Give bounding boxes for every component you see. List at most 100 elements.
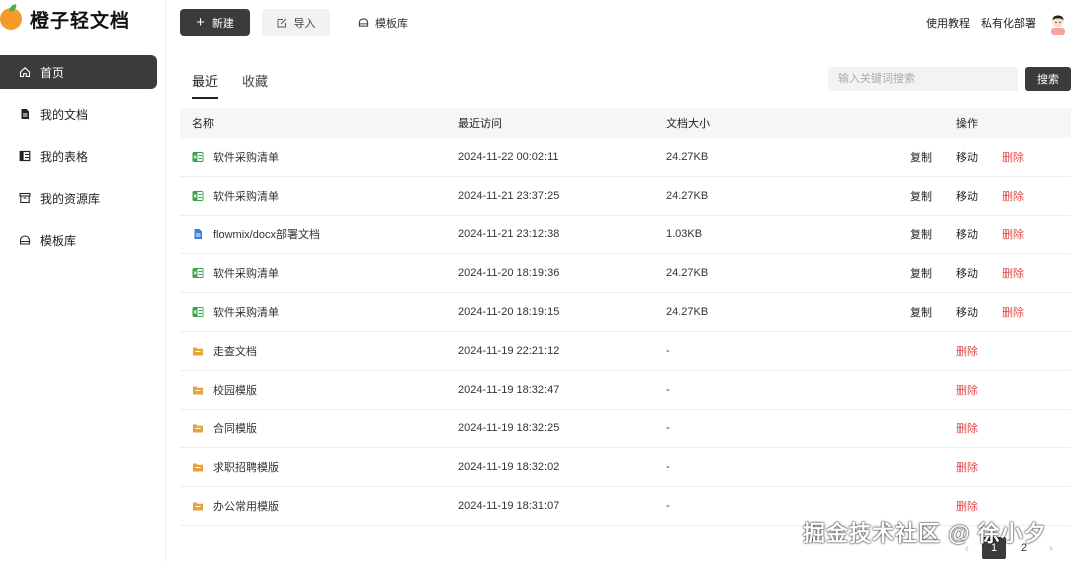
new-button-label: 新建 [211,17,234,30]
delete-button[interactable]: 删除 [956,459,978,475]
file-name-cell[interactable]: 软件采购清单 [192,304,279,320]
file-name: 软件采购清单 [213,151,279,164]
file-name-cell[interactable]: 合同模版 [192,420,257,436]
header-actions: 操作 [956,118,978,130]
file-name-cell[interactable]: 走查文档 [192,343,257,359]
delete-button[interactable]: 删除 [1002,265,1024,281]
table-row[interactable]: 走查文档 2024-11-19 22:21:12 - 删除 [180,332,1071,371]
file-name: 合同模版 [213,423,257,436]
file-name: 走查文档 [213,345,257,358]
private-deploy-link[interactable]: 私有化部署 [981,15,1036,31]
template-library-label: 模板库 [375,17,408,30]
folder-icon [192,345,204,357]
size-cell: 24.27KB [666,189,709,202]
move-button[interactable]: 移动 [956,188,978,204]
sheet-file-icon [192,267,204,279]
table-row[interactable]: flowmix/docx部署文档 2024-11-21 23:12:38 1.03K… [180,216,1071,255]
app-title: 橙子轻文档 [30,10,131,32]
move-button[interactable]: 移动 [956,304,978,320]
tab-recent[interactable]: 最近 [192,71,219,99]
delete-button[interactable]: 删除 [956,382,978,398]
delete-button[interactable]: 删除 [956,343,978,359]
app-logo[interactable]: 橙子轻文档 [0,6,130,32]
prev-page-icon[interactable]: ‹ [955,537,979,559]
tutorial-link[interactable]: 使用教程 [926,15,970,31]
sheet-file-icon [192,190,204,202]
sidebar-item-my-resources[interactable]: 我的资源库 [0,181,157,215]
orange-logo-icon [0,8,22,30]
table-row[interactable]: 求职招聘模版 2024-11-19 18:32:02 - 删除 [180,448,1071,488]
copy-button[interactable]: 复制 [910,226,932,242]
import-button-label: 导入 [293,17,316,30]
table-row[interactable]: 软件采购清单 2024-11-20 18:19:36 24.27KB 复制 移动 删除 [180,254,1071,294]
page-1-button[interactable]: 1 [982,537,1006,559]
file-name-cell[interactable]: 软件采购清单 [192,149,279,165]
sidebar-item-label: 我的资源库 [40,191,101,206]
size-cell: 24.27KB [666,306,709,319]
template-icon [358,18,369,27]
table-row[interactable]: 软件采购清单 2024-11-21 23:37:25 24.27KB 复制 移动 删除 [180,177,1071,216]
new-button[interactable]: + 新建 [180,9,250,36]
header-size: 文档大小 [666,118,710,130]
last-visit-cell: 2024-11-22 00:02:11 [458,150,559,163]
sheet-icon [18,149,32,163]
header-last-visit: 最近访问 [458,118,502,130]
file-name-cell[interactable]: 软件采购清单 [192,265,279,281]
copy-button[interactable]: 复制 [910,188,932,204]
delete-button[interactable]: 删除 [1002,304,1024,320]
folder-icon [192,422,204,434]
copy-button[interactable]: 复制 [910,265,932,281]
size-cell: 24.27KB [666,267,709,280]
sidebar-item-templates[interactable]: 模板库 [0,223,157,257]
template-library-button[interactable]: 模板库 [358,9,408,36]
import-button[interactable]: 导入 [262,9,330,36]
move-button[interactable]: 移动 [956,226,978,242]
file-name-cell[interactable]: 软件采购清单 [192,188,279,204]
tab-favorites[interactable]: 收藏 [242,71,268,99]
table-row[interactable]: 软件采购清单 2024-11-22 00:02:11 24.27KB 复制 移动 删除 [180,138,1071,177]
file-name-cell[interactable]: 办公常用模版 [192,498,279,514]
search-input[interactable] [828,67,1018,91]
last-visit-cell: 2024-11-20 18:19:15 [458,306,560,319]
delete-button[interactable]: 删除 [956,498,978,514]
sidebar-nav: 首页 我的文档 我的表格 我的资源库 模板库 [0,55,157,265]
size-cell: - [666,422,670,435]
table-row[interactable]: 软件采购清单 2024-11-20 18:19:15 24.27KB 复制 移动 删除 [180,293,1071,332]
sidebar-item-label: 模板库 [40,233,77,248]
copy-button[interactable]: 复制 [910,304,932,320]
next-page-icon[interactable]: › [1039,537,1063,559]
size-cell: - [666,383,670,396]
table-header: 名称 最近访问 文档大小 操作 [180,108,1071,138]
file-name-cell[interactable]: flowmix/docx部署文档 [192,226,320,242]
doc-file-icon [192,228,204,240]
delete-button[interactable]: 删除 [1002,149,1024,165]
sidebar-item-my-documents[interactable]: 我的文档 [0,97,157,131]
file-name-cell[interactable]: 求职招聘模版 [192,459,279,475]
last-visit-cell: 2024-11-20 18:19:36 [458,267,560,280]
page-2-button[interactable]: 2 [1012,537,1036,559]
delete-button[interactable]: 删除 [1002,226,1024,242]
table-row[interactable]: 校园模版 2024-11-19 18:32:47 - 删除 [180,371,1071,410]
file-name: 软件采购清单 [213,190,279,203]
search-button[interactable]: 搜索 [1025,67,1071,91]
file-name: flowmix/docx部署文档 [213,229,320,242]
avatar[interactable] [1046,11,1070,35]
last-visit-cell: 2024-11-19 18:31:07 [458,500,560,513]
import-icon [277,18,286,27]
file-name: 软件采购清单 [213,307,279,320]
sidebar-item-my-sheets[interactable]: 我的表格 [0,139,157,173]
move-button[interactable]: 移动 [956,265,978,281]
sheet-file-icon [192,151,204,163]
last-visit-cell: 2024-11-21 23:12:38 [458,228,560,241]
move-button[interactable]: 移动 [956,149,978,165]
file-name-cell[interactable]: 校园模版 [192,382,257,398]
delete-button[interactable]: 删除 [956,420,978,436]
document-icon [18,107,32,121]
size-cell: 24.27KB [666,150,709,163]
delete-button[interactable]: 删除 [1002,188,1024,204]
sheet-file-icon [192,306,204,318]
table-row[interactable]: 合同模版 2024-11-19 18:32:25 - 删除 [180,410,1071,449]
sidebar-item-home[interactable]: 首页 [0,55,157,89]
table-row[interactable]: 办公常用模版 2024-11-19 18:31:07 - 删除 [180,487,1071,526]
copy-button[interactable]: 复制 [910,149,932,165]
